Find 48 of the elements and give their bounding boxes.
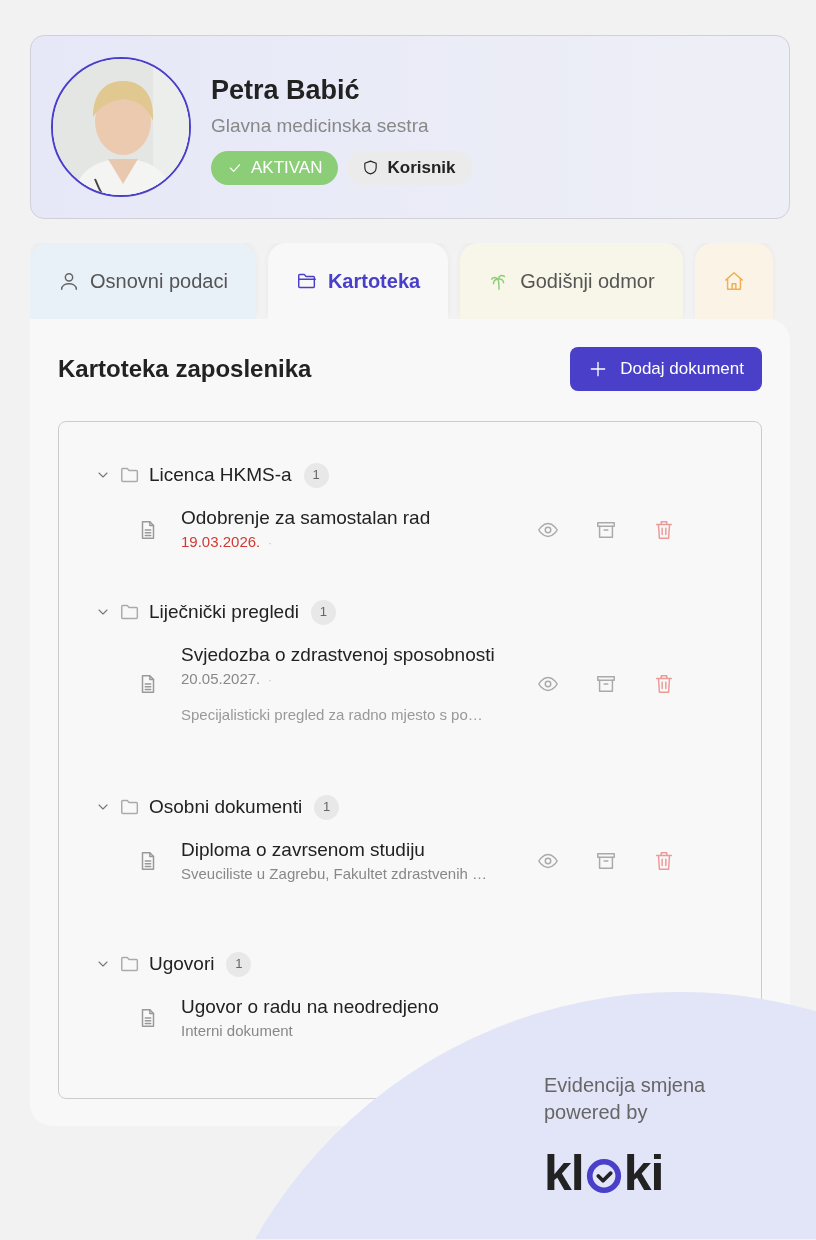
add-document-button[interactable]: Dodaj dokument (570, 347, 762, 391)
delete-button[interactable] (653, 519, 675, 541)
document-title: Ugovor o radu na neodredjeno (181, 995, 440, 1019)
house-icon (722, 270, 745, 292)
tab[interactable] (694, 243, 773, 319)
folder-name[interactable]: Ugovori (149, 949, 215, 979)
tab[interactable]: Osnovni podaci (30, 243, 256, 319)
document-date: 20.05.2027. (181, 670, 261, 687)
delete-button[interactable] (653, 673, 675, 695)
profile-name: Petra Babić (211, 73, 361, 107)
separator-dot: · (268, 675, 272, 686)
document-title: Odobrenje za samostalan rad (181, 506, 432, 530)
delete-button[interactable] (653, 850, 675, 872)
tagline-text: Evidencija smjena (544, 1073, 706, 1098)
check-circle-icon (584, 1157, 623, 1195)
person-icon (58, 270, 80, 292)
brand-logo: kl ki (544, 1148, 665, 1198)
profile-role: Glavna medicinska sestra (211, 114, 430, 138)
tab[interactable]: Kartoteka (267, 243, 449, 319)
document-description: Interni dokument (181, 1021, 294, 1041)
document-title: Diploma o zavrsenom studiju (181, 838, 426, 862)
count-badge: 1 (310, 599, 336, 625)
document-description: Specijalisticki pregled za radno mjesto s po… (181, 705, 484, 725)
separator-dot: · (268, 538, 272, 549)
shield-icon (362, 159, 380, 176)
archive-icon (595, 850, 617, 872)
count-badge: 1 (314, 794, 340, 820)
panel-title: Kartoteka zaposlenika (58, 354, 312, 384)
tab[interactable]: Godišnji odmor (460, 243, 683, 319)
delete-icon (653, 673, 675, 695)
document-title: Svjedozba o zdrastvenoj sposobnosti (181, 643, 496, 667)
archive-icon (595, 519, 617, 541)
folder-name[interactable]: Osobni dokumenti (149, 792, 303, 822)
archive-button[interactable] (595, 850, 617, 872)
document-description: Sveuciliste u Zagrebu, Fakultet zdrastvenih … (181, 864, 488, 884)
tagline-text: powered by (544, 1100, 649, 1125)
archive-button[interactable] (595, 519, 617, 541)
delete-icon (653, 850, 675, 872)
archive-button[interactable] (595, 673, 617, 695)
count-badge: 1 (303, 462, 329, 488)
archive-icon (595, 673, 617, 695)
role-badge: Korisnik (346, 150, 472, 185)
folder-name[interactable]: Liječnički pregledi (149, 597, 299, 627)
delete-icon (653, 519, 675, 541)
document-date: 19.03.2026. (181, 533, 261, 550)
count-badge: 1 (226, 951, 252, 977)
folder-name[interactable]: Licenca HKMS-a (149, 460, 292, 490)
status-badge: AKTIVAN (211, 150, 339, 185)
